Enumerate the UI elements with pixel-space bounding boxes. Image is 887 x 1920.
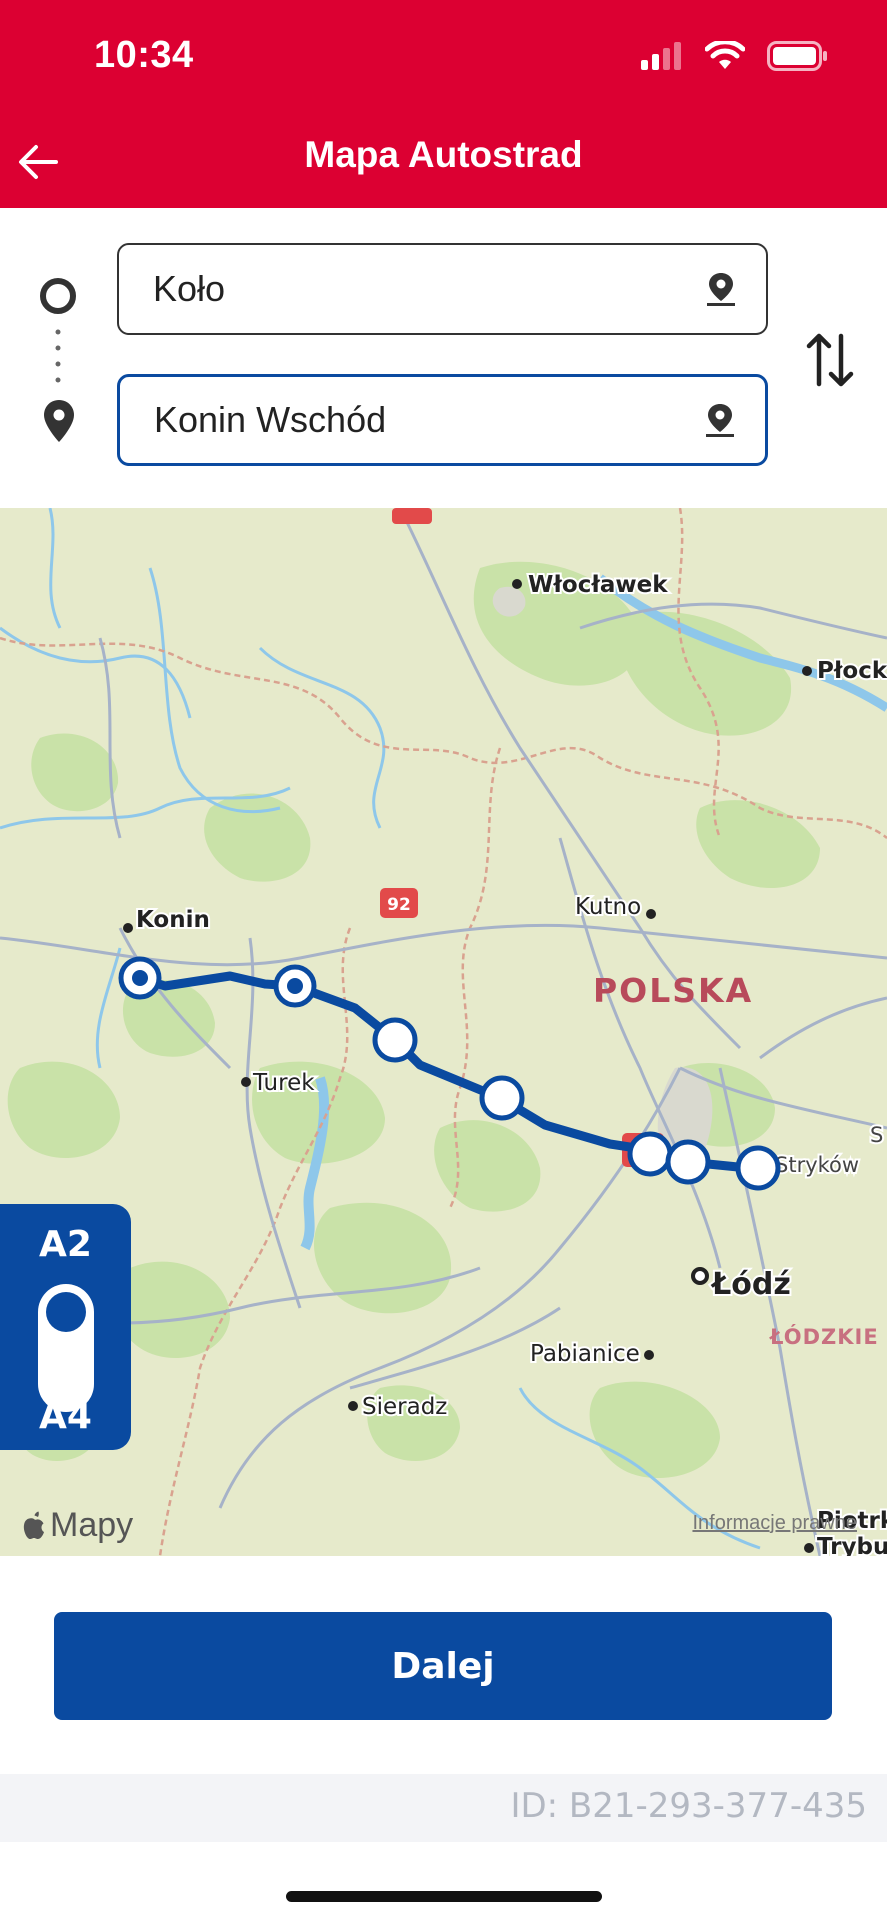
battery-icon [767, 40, 829, 76]
route-dots-icon [55, 329, 61, 383]
maps-attribution: Mapy [22, 1506, 133, 1545]
legal-info-link[interactable]: Informacje prawne [692, 1512, 857, 1535]
place-label-wloclawek: Włocławek [528, 572, 668, 598]
route-node-end [735, 1145, 781, 1191]
home-indicator[interactable] [286, 1891, 602, 1902]
route-form [0, 208, 887, 508]
route-node [372, 1017, 418, 1063]
wifi-icon [704, 38, 746, 76]
place-label-lodz: Łódź [710, 1267, 791, 1302]
origin-circle-icon [40, 278, 76, 314]
motorway-label-bottom: A4 [39, 1396, 92, 1437]
destination-input[interactable] [154, 377, 674, 463]
status-icons [641, 38, 829, 76]
place-label-konin: Konin [136, 907, 210, 933]
place-label-plock: Płock [817, 658, 887, 684]
place-label-pabianice: Pabianice [530, 1341, 640, 1367]
route-node [627, 1131, 673, 1177]
origin-field[interactable] [117, 243, 768, 335]
region-label: ŁÓDZKIE [769, 1324, 879, 1349]
place-label-trybunalski: Trybu [817, 1534, 887, 1556]
motorway-label-top: A2 [39, 1224, 92, 1265]
map-canvas: 92 Włocławek Płock Konin Kutno Turek Str… [0, 508, 887, 1556]
map-view[interactable]: 92 Włocławek Płock Konin Kutno Turek Str… [0, 508, 887, 1556]
swap-vertical-icon [806, 333, 854, 387]
motorway-toggle-panel: A2 A4 [0, 1204, 131, 1450]
apple-logo-icon [23, 1511, 44, 1539]
signal-icon [641, 41, 683, 75]
swap-button[interactable] [805, 330, 855, 390]
route-node [665, 1139, 711, 1185]
page-title: Mapa Autostrad [304, 134, 583, 175]
switch-knob [46, 1292, 86, 1332]
route-node [479, 1075, 525, 1121]
maps-attribution-text: Mapy [50, 1506, 134, 1544]
device-id-bar: ID: B21-293-377-435 [0, 1774, 887, 1842]
destination-field[interactable] [117, 374, 768, 466]
place-label-edge: S [870, 1123, 883, 1147]
status-time: 10:34 [94, 34, 194, 76]
next-button[interactable]: Dalej [54, 1612, 832, 1720]
country-label: POLSKA [593, 971, 753, 1010]
place-label-kutno: Kutno [575, 894, 641, 920]
road-badge-label: 92 [387, 895, 411, 915]
location-pin-icon[interactable] [705, 402, 735, 438]
origin-input[interactable] [153, 245, 673, 333]
app-header: 10:34 Mapa Autostrad [0, 0, 887, 208]
place-label-sieradz: Sieradz [362, 1394, 447, 1420]
location-pin-icon[interactable] [706, 271, 736, 307]
device-id-text: ID: B21-293-377-435 [510, 1786, 867, 1826]
motorway-switch[interactable] [38, 1284, 94, 1412]
destination-pin-icon [44, 400, 74, 442]
place-label-strykow: Stryków [775, 1153, 859, 1177]
place-label-turek: Turek [252, 1070, 315, 1096]
